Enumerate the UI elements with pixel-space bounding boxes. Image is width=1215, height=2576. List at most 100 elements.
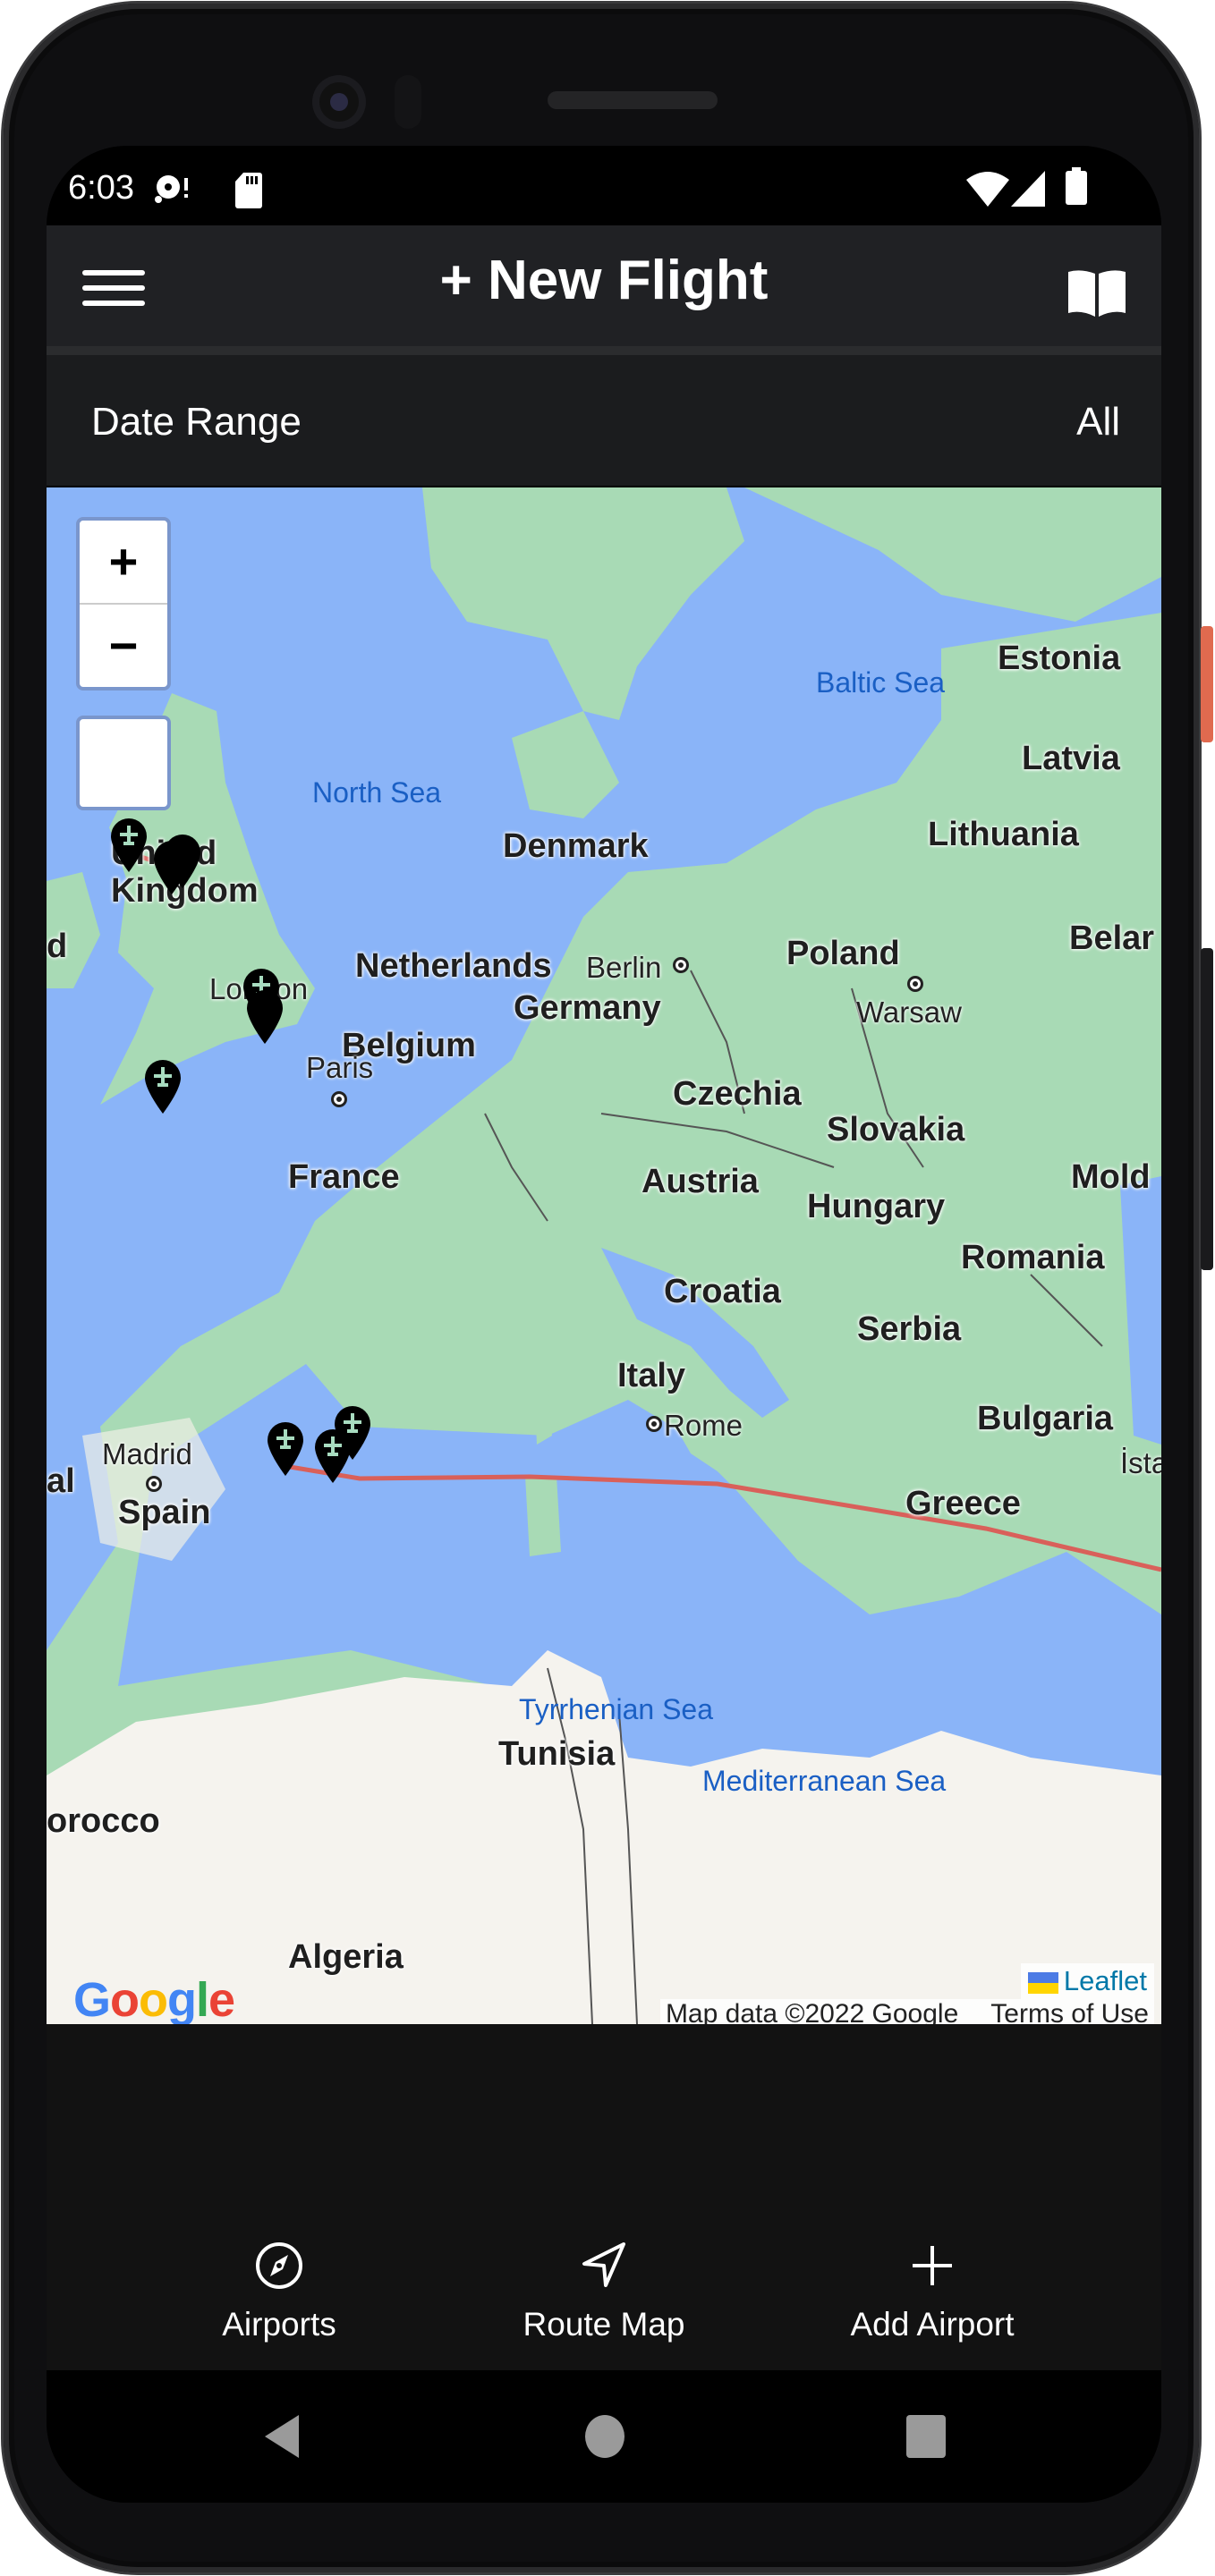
date-range-filter[interactable]: Date Range All <box>47 355 1161 486</box>
leaflet-link[interactable]: Leaflet <box>1064 1965 1147 1996</box>
country-label-ireland: d <box>47 928 68 965</box>
country-label-netherlands: Netherlands <box>355 947 552 985</box>
navigation-arrow-icon <box>582 2242 625 2287</box>
country-label-germany: Germany <box>514 989 661 1027</box>
city-dot-warsaw <box>907 976 923 992</box>
airport-marker[interactable] <box>315 1429 351 1483</box>
country-label-croatia: Croatia <box>664 1273 781 1310</box>
zoom-in-button[interactable]: + <box>80 521 167 603</box>
airport-marker[interactable] <box>111 818 147 872</box>
power-button <box>1201 626 1213 742</box>
city-dot-berlin <box>673 957 689 973</box>
sd-card-icon <box>234 173 263 213</box>
country-label-lithuania: Lithuania <box>928 816 1079 853</box>
airport-marker[interactable] <box>145 1060 181 1114</box>
country-label-spain: Spain <box>118 1494 211 1531</box>
sea-label-north-sea: North Sea <box>312 776 442 809</box>
map-data-text: Map data ©2022 Google <box>665 1999 959 2024</box>
city-dot-rome <box>646 1416 662 1432</box>
system-navigation-bar <box>47 2370 1161 2503</box>
country-label-italy: Italy <box>617 1357 686 1394</box>
airplane-pin-icon <box>315 1429 351 1483</box>
country-label-romania: Romania <box>961 1239 1105 1276</box>
country-label-denmark: Denmark <box>503 827 649 865</box>
date-range-value[interactable]: All <box>1076 400 1120 445</box>
front-camera <box>312 75 366 129</box>
screen: 6:03 + New Flight Date Range All North S… <box>47 146 1161 2503</box>
country-label-serbia: Serbia <box>857 1310 962 1348</box>
app-bar: + New Flight <box>47 225 1161 346</box>
compass-icon <box>256 2242 302 2289</box>
country-label-czechia: Czechia <box>673 1075 802 1113</box>
leaflet-attribution[interactable]: Leaflet <box>1020 1963 1154 1999</box>
nav-route-map-label: Route Map <box>523 2306 685 2343</box>
country-label-poland: Poland <box>786 935 900 972</box>
country-label-moldova: Mold <box>1071 1158 1151 1196</box>
nav-add-airport[interactable]: Add Airport <box>798 2239 1066 2343</box>
zoom-out-button[interactable]: − <box>80 605 167 687</box>
country-label-estonia: Estonia <box>998 640 1121 677</box>
country-label-hungary: Hungary <box>807 1188 946 1225</box>
city-label-berlin: Berlin <box>586 951 662 984</box>
wifi-icon <box>966 171 1009 213</box>
country-label-bulgaria: Bulgaria <box>977 1400 1114 1437</box>
nav-add-airport-label: Add Airport <box>850 2306 1015 2343</box>
airport-marker[interactable] <box>268 1422 303 1476</box>
nav-airports[interactable]: Airports <box>145 2239 413 2343</box>
date-range-label: Date Range <box>91 400 302 444</box>
map-data-attribution: Map data ©2022 Google Terms of Use <box>659 1999 1154 2024</box>
airplane-pin-icon <box>268 1422 303 1476</box>
recents-icon[interactable] <box>905 2413 947 2464</box>
airplane-pin-icon <box>165 835 200 888</box>
plus-icon <box>913 2246 952 2285</box>
volume-rocker <box>1201 948 1213 1270</box>
status-time: 6:03 <box>68 169 134 207</box>
new-flight-button[interactable]: + New Flight <box>47 249 1161 312</box>
airplane-pin-icon <box>111 818 147 872</box>
city-label-rome: Rome <box>664 1409 743 1442</box>
city-label-warsaw: Warsaw <box>856 996 962 1029</box>
book-open-icon[interactable] <box>1066 268 1127 318</box>
app-bar-divider <box>47 346 1161 355</box>
country-label-latvia: Latvia <box>1022 740 1120 777</box>
sea-label-baltic-sea: Baltic Sea <box>816 666 946 699</box>
sea-label-mediterranean-sea: Mediterranean Sea <box>702 1765 947 1797</box>
city-label-paris: Paris <box>306 1051 374 1084</box>
country-label-slovakia: Slovakia <box>827 1111 965 1148</box>
map-layer-button[interactable] <box>76 716 171 810</box>
back-icon[interactable] <box>261 2413 302 2464</box>
country-label-tunisia: Tunisia <box>498 1735 616 1773</box>
country-label-belarus: Belar <box>1069 919 1155 957</box>
status-bar: 6:03 <box>47 146 1161 225</box>
airport-marker[interactable] <box>165 835 200 888</box>
country-label-austria: Austria <box>641 1163 759 1200</box>
city-label-madrid: Madrid <box>102 1437 192 1470</box>
bottom-navigation: Airports Route Map Add Airport <box>47 2024 1161 2370</box>
route-line-mediterranean <box>284 1463 1161 1572</box>
google-logo: Google <box>73 1973 235 2024</box>
battery-icon <box>1065 167 1088 209</box>
nav-airports-label: Airports <box>222 2306 336 2343</box>
city-dot-paris <box>331 1091 347 1107</box>
sea-label-tyrrhenian-sea: Tyrrhenian Sea <box>519 1693 714 1725</box>
city-label-istanbul: İstar <box>1120 1446 1161 1479</box>
airplane-pin-icon <box>247 990 283 1044</box>
airplane-pin-icon <box>145 1060 181 1114</box>
airport-marker[interactable] <box>247 990 283 1044</box>
ukraine-flag-icon <box>1027 1971 1058 1994</box>
cell-signal-icon <box>1011 171 1047 211</box>
proximity-sensor <box>395 75 421 129</box>
country-label-greece: Greece <box>905 1485 1021 1522</box>
earpiece-speaker <box>548 91 718 109</box>
country-label-france: France <box>288 1158 400 1196</box>
terms-of-use-link[interactable]: Terms of Use <box>990 1999 1149 2024</box>
country-label-algeria: Algeria <box>288 1938 404 1976</box>
map-zoom-control: + − <box>76 517 171 691</box>
city-dot-madrid <box>146 1476 162 1492</box>
country-label-portugal: al <box>47 1462 75 1500</box>
route-map[interactable]: North Sea Baltic Sea Tyrrhenian Sea Medi… <box>47 487 1161 2024</box>
country-label-morocco: orocco <box>47 1802 160 1840</box>
nav-route-map[interactable]: Route Map <box>470 2239 738 2343</box>
home-icon[interactable] <box>584 2413 625 2464</box>
data-saver-alert-icon <box>154 173 191 209</box>
